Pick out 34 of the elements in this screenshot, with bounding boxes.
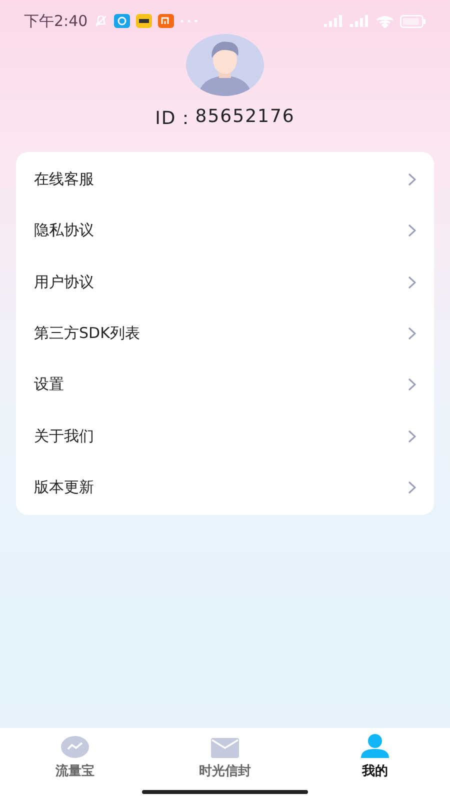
tab[interactable]: 时光信封 bbox=[150, 728, 300, 780]
more-icon bbox=[180, 19, 198, 23]
id-label: ID： bbox=[155, 107, 196, 130]
avatar-icon bbox=[186, 34, 264, 96]
signal-icon bbox=[324, 15, 344, 27]
wifi-icon bbox=[376, 14, 394, 28]
chevron-right-icon bbox=[408, 173, 416, 186]
chevron-right-icon bbox=[408, 327, 416, 340]
chevron-right-icon bbox=[408, 480, 416, 494]
app-icon bbox=[136, 14, 152, 28]
user-id: 85652176 bbox=[195, 106, 295, 129]
app-icon bbox=[158, 14, 174, 28]
menu-item[interactable]: 版本更新 bbox=[16, 462, 434, 514]
status-time: 下午2:40 bbox=[24, 12, 88, 30]
chevron-right-icon bbox=[408, 224, 416, 238]
chart-icon bbox=[61, 736, 89, 758]
chevron-right-icon bbox=[408, 430, 416, 443]
tab[interactable]: 流量宝 bbox=[0, 728, 150, 780]
menu-item[interactable]: 设置 bbox=[16, 359, 434, 410]
chevron-right-icon bbox=[408, 276, 416, 289]
tab[interactable]: 我的 bbox=[300, 728, 450, 780]
home-indicator[interactable] bbox=[142, 790, 308, 794]
person-icon bbox=[361, 734, 389, 758]
menu-item[interactable]: 第三方SDK列表 bbox=[16, 308, 434, 360]
menu-item[interactable]: 隐私协议 bbox=[16, 205, 434, 257]
envelope-icon bbox=[211, 738, 239, 758]
menu-item[interactable]: 关于我们 bbox=[16, 410, 434, 462]
bell-off-icon bbox=[94, 14, 108, 28]
menu-item[interactable]: 用户协议 bbox=[16, 256, 434, 308]
app-icon bbox=[114, 14, 130, 28]
chevron-right-icon bbox=[408, 378, 416, 392]
signal-icon bbox=[350, 15, 370, 27]
menu-item[interactable]: 在线客服 bbox=[16, 154, 434, 206]
battery-icon bbox=[400, 14, 426, 28]
